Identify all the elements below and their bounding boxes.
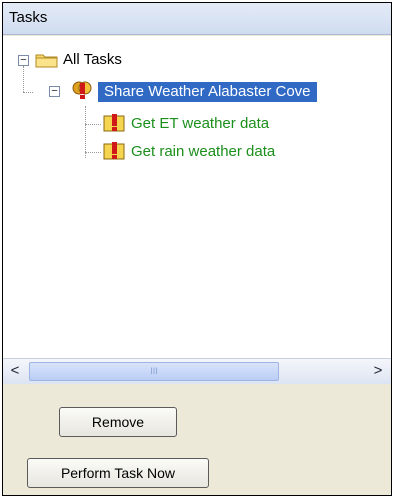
scroll-left-arrow-icon[interactable]: < — [6, 359, 24, 384]
horizontal-scrollbar[interactable]: < III > — [3, 358, 391, 384]
tree-line — [23, 92, 33, 93]
tree-node-all-tasks[interactable]: All Tasks — [63, 50, 122, 70]
collapse-toggle-group[interactable]: − — [49, 86, 60, 97]
collapse-toggle-root[interactable]: − — [18, 55, 29, 66]
tree-node-get-et-weather[interactable]: Get ET weather data — [131, 114, 269, 134]
task-warning-icon — [103, 114, 125, 132]
tasks-panel: Tasks − All Tasks − Share Weather Alabas… — [2, 2, 392, 496]
panel-title: Tasks — [3, 3, 391, 35]
scrollbar-thumb[interactable]: III — [29, 362, 279, 381]
task-tree[interactable]: − All Tasks − Share Weather Alabaster Co… — [3, 36, 391, 358]
remove-button[interactable]: Remove — [59, 407, 177, 437]
tree-line — [23, 66, 24, 92]
task-group-warning-icon — [72, 81, 92, 99]
task-warning-icon — [103, 142, 125, 160]
tree-line — [85, 124, 101, 125]
perform-task-now-button[interactable]: Perform Task Now — [27, 458, 209, 488]
tree-node-get-rain-weather[interactable]: Get rain weather data — [131, 142, 275, 162]
tree-line — [85, 152, 101, 153]
scroll-right-arrow-icon[interactable]: > — [369, 359, 387, 384]
tree-line — [85, 106, 86, 158]
tree-node-share-weather[interactable]: Share Weather Alabaster Cove — [98, 82, 317, 102]
folder-icon — [35, 54, 58, 68]
